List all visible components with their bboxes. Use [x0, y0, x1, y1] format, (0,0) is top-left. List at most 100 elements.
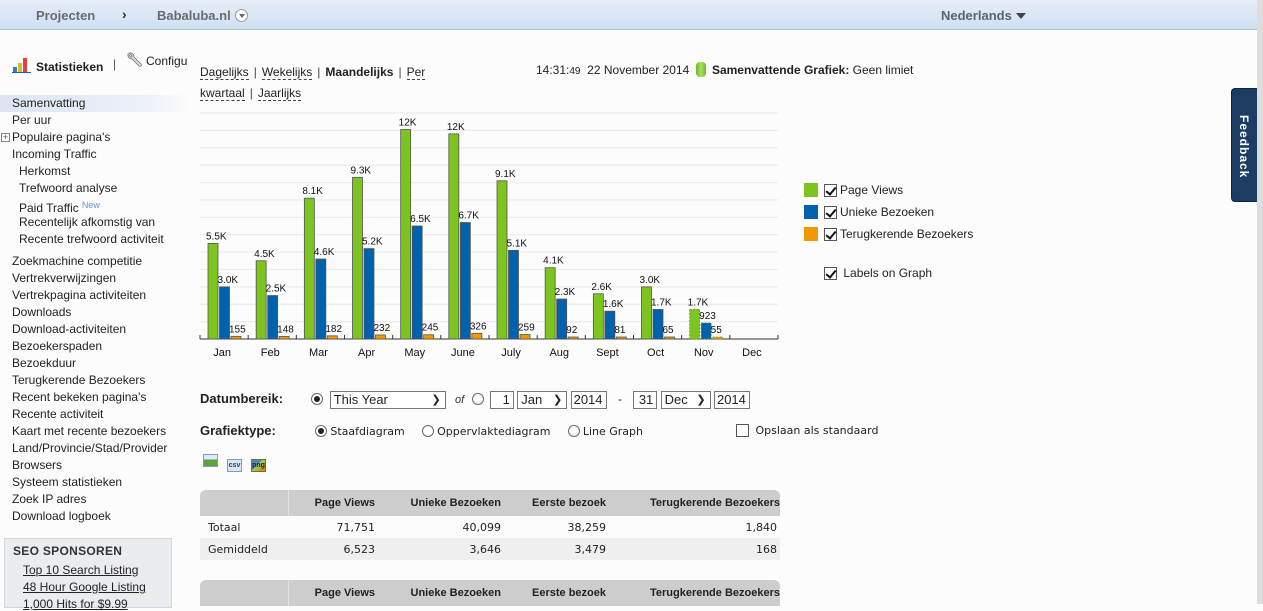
graph-type-bar[interactable]: Staafdiagram	[315, 425, 405, 438]
sidebar-item-zoek-ip-adres[interactable]: Zoek IP adres	[0, 491, 190, 508]
x-tick-label: Apr	[358, 347, 375, 359]
sidebar-item-herkomst[interactable]: Herkomst	[0, 163, 190, 180]
seo-link-hits[interactable]: 1,000 Hits for $9.99	[23, 597, 128, 611]
sidebar-item-browsers[interactable]: Browsers	[0, 457, 190, 474]
sidebar-item-systeem-statistieken[interactable]: Systeem statistieken	[0, 474, 190, 491]
graph-type-line-radio[interactable]	[567, 425, 580, 437]
legend-item[interactable]: Unieke Bezoeken	[804, 204, 973, 226]
from-day-input[interactable]: 1	[489, 391, 514, 409]
sidebar-item-recente-activiteit[interactable]: Recente activiteit	[0, 406, 190, 423]
save-default-toggle[interactable]: Opslaan als standaard	[736, 424, 878, 437]
to-day-input[interactable]: 31	[633, 391, 658, 409]
custom-range-radio[interactable]	[471, 393, 484, 406]
table-cell: 3,479	[507, 538, 612, 560]
csv-export-icon[interactable]: csv	[227, 459, 242, 472]
bar-page-views-oct	[641, 286, 652, 340]
sidebar-item-recent-bekeken-pagina-s[interactable]: Recent bekeken pagina's	[0, 389, 190, 406]
sidebar-item-kaart-met-recente-bezoekers[interactable]: Kaart met recente bezoekers	[0, 423, 190, 440]
data-label: 9.1K	[495, 169, 516, 180]
sidebar-item-land-provincie-stad-provider[interactable]: Land/Provincie/Stad/Provider	[0, 440, 190, 457]
statistics-tab[interactable]: Statistieken	[12, 57, 103, 74]
language-selector[interactable]: Nederlands	[941, 8, 1026, 23]
sidebar-item-label: Terugkerende Bezoekers	[12, 373, 146, 387]
to-year-input[interactable]: 2014	[713, 391, 750, 409]
breadcrumb-site[interactable]: Babaluba.nl	[157, 8, 248, 23]
seo-link-48hour[interactable]: 48 Hour Google Listing	[23, 580, 146, 594]
language-label: Nederlands	[941, 8, 1012, 23]
bar-terugkerende-bezoekers-june	[471, 332, 483, 340]
labels-on-graph-toggle[interactable]: Labels on Graph	[824, 266, 932, 280]
sidebar-item-bezoekduur[interactable]: Bezoekduur	[0, 355, 190, 372]
legend-item[interactable]: Page Views	[804, 182, 973, 204]
graph-type-line[interactable]: Line Graph	[567, 425, 643, 438]
separator: |	[253, 65, 257, 79]
period-daily[interactable]: Dagelijks	[200, 65, 249, 80]
data-label: 12K	[447, 122, 465, 133]
scrollbar[interactable]	[1257, 0, 1263, 604]
summary-graph-value[interactable]: Geen limiet	[853, 63, 914, 77]
legend-label: Terugkerende Bezoekers	[840, 227, 974, 241]
x-tick-label: Nov	[694, 347, 714, 359]
legend-checkbox[interactable]	[824, 206, 837, 219]
legend-checkbox[interactable]	[824, 184, 837, 197]
sidebar-item-vertrekverwijzingen[interactable]: Vertrekverwijzingen	[0, 270, 190, 287]
data-label: 9.3K	[351, 165, 372, 176]
monthly-table: Page Views Unieke Bezoeken Eerste bezoek…	[200, 580, 780, 606]
period-monthly[interactable]: Maandelijks	[325, 65, 393, 79]
chart-legend: Page Views Unieke Bezoeken Terugkerende Be…	[804, 182, 973, 248]
period-weekly[interactable]: Wekelijks	[261, 65, 313, 80]
sidebar-item-downloads[interactable]: Downloads	[0, 304, 190, 321]
sidebar-item-bezoekerspaden[interactable]: Bezoekerspaden	[0, 338, 190, 355]
bar-unieke-bezoeken-feb	[267, 295, 279, 340]
preset-range-radio[interactable]	[311, 393, 324, 406]
expand-icon[interactable]: +	[1, 133, 10, 142]
graph-type-area-radio[interactable]	[422, 425, 435, 437]
breadcrumb-projects[interactable]: Projecten	[36, 8, 95, 23]
sidebar-item-samenvatting[interactable]: Samenvatting	[0, 95, 190, 112]
data-label: 326	[470, 321, 487, 332]
sidebar-item-zoekmachine-competitie[interactable]: Zoekmachine competitie	[0, 253, 190, 270]
bar-page-views-june	[448, 133, 460, 340]
legend-checkbox[interactable]	[824, 228, 837, 241]
bar-terugkerende-bezoekers-oct	[664, 336, 675, 340]
period-selector: Dagelijks | Wekelijks | Maandelijks | Per kwart…	[200, 62, 450, 104]
sidebar-item-trefwoord-analyse[interactable]: Trefwoord analyse	[0, 180, 190, 197]
from-month-select[interactable]: Jan ❯	[517, 391, 568, 409]
config-tab[interactable]: Configuratie	[126, 51, 187, 69]
chevron-down-icon[interactable]	[234, 9, 248, 22]
chevron-down-icon: ❯	[431, 394, 441, 406]
bar-unieke-bezoeken-mar	[315, 258, 327, 340]
sidebar-item-label: Zoek IP adres	[12, 492, 87, 506]
labels-on-graph-label: Labels on Graph	[843, 266, 933, 280]
sidebar-item-incoming-traffic[interactable]: Incoming Traffic	[0, 146, 190, 163]
date-range-label: Datumbereik:	[200, 391, 284, 407]
sidebar-item-label: Systeem statistieken	[12, 475, 123, 489]
to-month-select[interactable]: Dec ❯	[660, 391, 711, 409]
data-label: 12K	[399, 118, 417, 129]
from-year-input[interactable]: 2014	[570, 391, 607, 409]
seo-link-top10[interactable]: Top 10 Search Listing	[23, 563, 138, 577]
sidebar-item-download-activiteiten[interactable]: Download-activiteiten	[0, 321, 190, 338]
png-export-icon[interactable]: png	[251, 459, 266, 472]
preset-range-select[interactable]: This Year ❯	[329, 391, 446, 409]
sidebar-item-terugkerende-bezoekers[interactable]: Terugkerende Bezoekers	[0, 372, 190, 389]
sidebar-item-download-logboek[interactable]: Download logboek	[0, 508, 190, 525]
sidebar-item-populaire-pagina-s[interactable]: + Populaire pagina's	[0, 129, 190, 146]
graph-type-area[interactable]: Oppervlaktediagram	[422, 425, 551, 438]
sidebar-item-vertrekpagina-activiteiten[interactable]: Vertrekpagina activiteiten	[0, 287, 190, 304]
legend-item[interactable]: Terugkerende Bezoekers	[804, 226, 973, 248]
labels-on-graph-checkbox[interactable]	[824, 267, 837, 280]
wrench-icon	[127, 52, 142, 67]
graph-type-bar-radio[interactable]	[315, 425, 328, 437]
sidebar-item-recentelijk-afkomstig-van[interactable]: Recentelijk afkomstig van	[0, 214, 190, 231]
period-yearly[interactable]: Jaarlijks	[257, 86, 302, 101]
sidebar-item-recente-trefwoord-activiteit[interactable]: Recente trefwoord activiteit	[0, 231, 190, 248]
sidebar-item-paid-traffic[interactable]: Paid Traffic New	[0, 197, 190, 215]
top-bar: Projecten › Babaluba.nl Nederlands	[0, 0, 1257, 30]
feedback-tab[interactable]: Feedback	[1231, 88, 1257, 202]
save-default-checkbox[interactable]	[736, 424, 749, 437]
data-label: 4.5K	[254, 249, 275, 260]
sidebar-item-per-uur[interactable]: Per uur	[0, 112, 190, 129]
data-label: 8.1K	[302, 186, 323, 197]
excel-export-icon[interactable]	[203, 454, 218, 467]
